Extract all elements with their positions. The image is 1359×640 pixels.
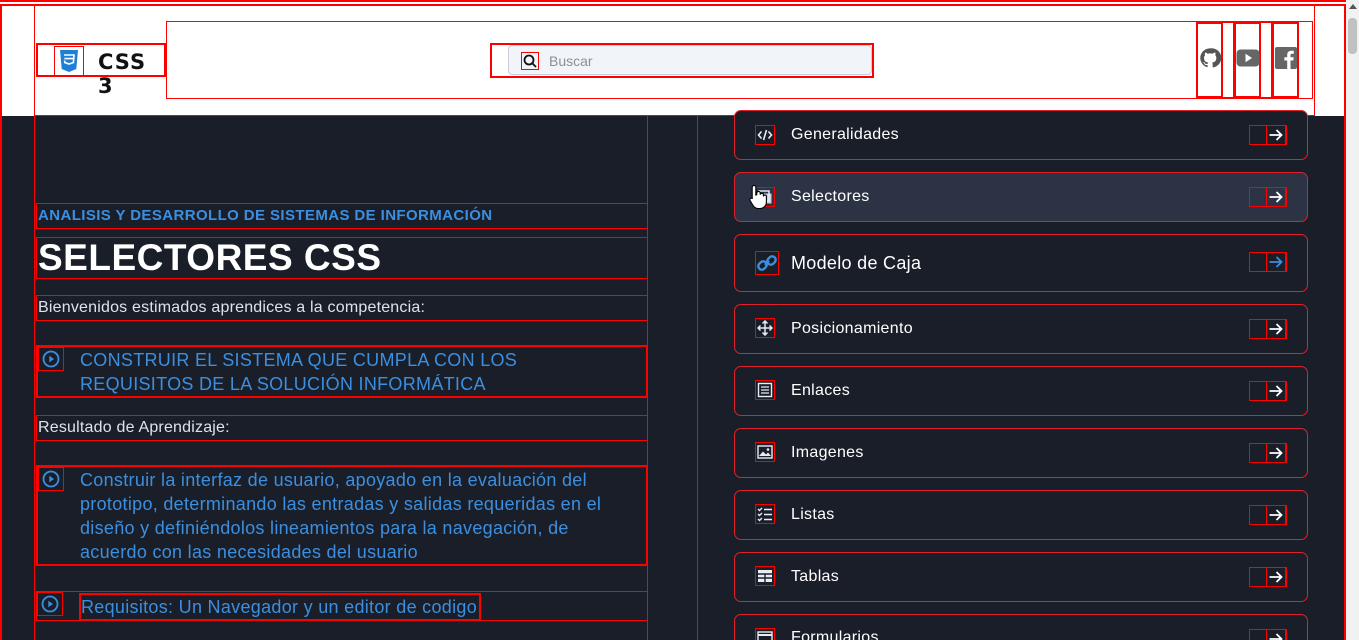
menu-arrow: [1249, 187, 1287, 207]
menu-label: Formularios: [791, 629, 879, 640]
arrow-right-icon: [1266, 381, 1286, 401]
youtube-icon: [1236, 49, 1260, 72]
menu-item-selectores[interactable]: Selectores: [734, 172, 1308, 222]
competence-text: CONSTRUIR EL SISTEMA QUE CUMPLA CON LOS …: [80, 350, 518, 394]
hand-cursor-icon: [749, 184, 767, 210]
welcome-text: Bienvenidos estimados aprendices a la co…: [36, 295, 648, 321]
page-title: SELECTORES CSS: [36, 237, 648, 279]
social-spacer: [1222, 22, 1234, 98]
facebook-link[interactable]: [1272, 22, 1299, 98]
brand[interactable]: CSS 3: [36, 43, 166, 98]
program-name: ANALISIS Y DESARROLLO DE SISTEMAS DE INF…: [36, 203, 648, 229]
facebook-icon: [1274, 46, 1297, 74]
table-icon: [755, 566, 775, 586]
social-spacer: [1260, 22, 1272, 98]
search-box[interactable]: [508, 45, 872, 75]
menu-label: Enlaces: [791, 382, 851, 399]
menu-label: Listas: [791, 506, 835, 523]
newspaper-icon: [755, 380, 775, 400]
arrow-right-icon: [1266, 125, 1286, 145]
requirements-text: Requisitos: Un Navegador y un editor de …: [79, 593, 482, 621]
youtube-link[interactable]: [1234, 22, 1261, 98]
scrollbar[interactable]: [1346, 0, 1359, 640]
link-icon: [755, 251, 779, 275]
search-input[interactable]: [549, 51, 849, 71]
code-icon: [755, 125, 775, 145]
arrow-right-icon: [1266, 443, 1286, 463]
menu-label: Tablas: [791, 568, 840, 585]
menu-label: Selectores: [791, 188, 870, 205]
move-icon: [755, 318, 775, 338]
menu-item-posicionamiento[interactable]: Posicionamiento: [734, 304, 1308, 354]
menu-arrow: [1249, 381, 1287, 401]
css3-shield-icon: [54, 46, 84, 76]
menu-arrow: [1249, 319, 1287, 339]
menu-item-tablas[interactable]: Tablas: [734, 552, 1308, 602]
scroll-thumb[interactable]: [1348, 18, 1357, 54]
menu-label: Imagenes: [791, 444, 864, 461]
menu-arrow: [1249, 505, 1287, 525]
menu-label: Generalidades: [791, 126, 899, 143]
menu-arrow: [1249, 567, 1287, 587]
arrow-right-icon: [1266, 629, 1286, 640]
list-icon: [755, 504, 775, 524]
menu-arrow: [1249, 443, 1287, 463]
form-icon: [755, 628, 775, 640]
brand-name: CSS 3: [98, 50, 147, 98]
outcome-text: Construir la interfaz de usuario, apoyad…: [80, 470, 602, 562]
github-link[interactable]: [1196, 22, 1223, 98]
search-icon: [521, 52, 539, 70]
menu-arrow: [1249, 629, 1287, 640]
play-circle-icon: [38, 467, 64, 491]
arrow-right-icon: [1266, 505, 1286, 525]
menu-item-listas[interactable]: Listas: [734, 490, 1308, 540]
play-circle-icon: [38, 347, 64, 371]
competence-item: CONSTRUIR EL SISTEMA QUE CUMPLA CON LOS …: [36, 345, 648, 398]
menu-label: Modelo de Caja: [791, 253, 922, 273]
image-icon: [755, 442, 775, 462]
arrow-right-icon: [1266, 567, 1286, 587]
menu-arrow: [1249, 125, 1287, 145]
menu-label: Posicionamiento: [791, 320, 913, 337]
play-circle-icon: [37, 592, 63, 616]
outcome-item: Construir la interfaz de usuario, apoyad…: [36, 465, 648, 566]
arrow-right-icon: [1266, 187, 1286, 207]
requirements-item: Requisitos: Un Navegador y un editor de …: [36, 591, 648, 621]
menu-item-imagenes[interactable]: Imagenes: [734, 428, 1308, 478]
menu-item-formularios[interactable]: Formularios: [734, 614, 1308, 640]
menu-item-modelo-de-caja[interactable]: Modelo de Caja: [734, 234, 1308, 292]
arrow-right-icon: [1266, 319, 1286, 339]
github-icon: [1199, 47, 1221, 74]
menu-item-generalidades[interactable]: Generalidades: [734, 110, 1308, 160]
outcome-label: Resultado de Aprendizaje:: [36, 415, 648, 441]
menu-arrow: [1249, 252, 1287, 272]
menu-item-enlaces[interactable]: Enlaces: [734, 366, 1308, 416]
scroll-up-arrow-icon[interactable]: [1349, 4, 1357, 9]
arrow-right-icon: [1266, 252, 1286, 272]
